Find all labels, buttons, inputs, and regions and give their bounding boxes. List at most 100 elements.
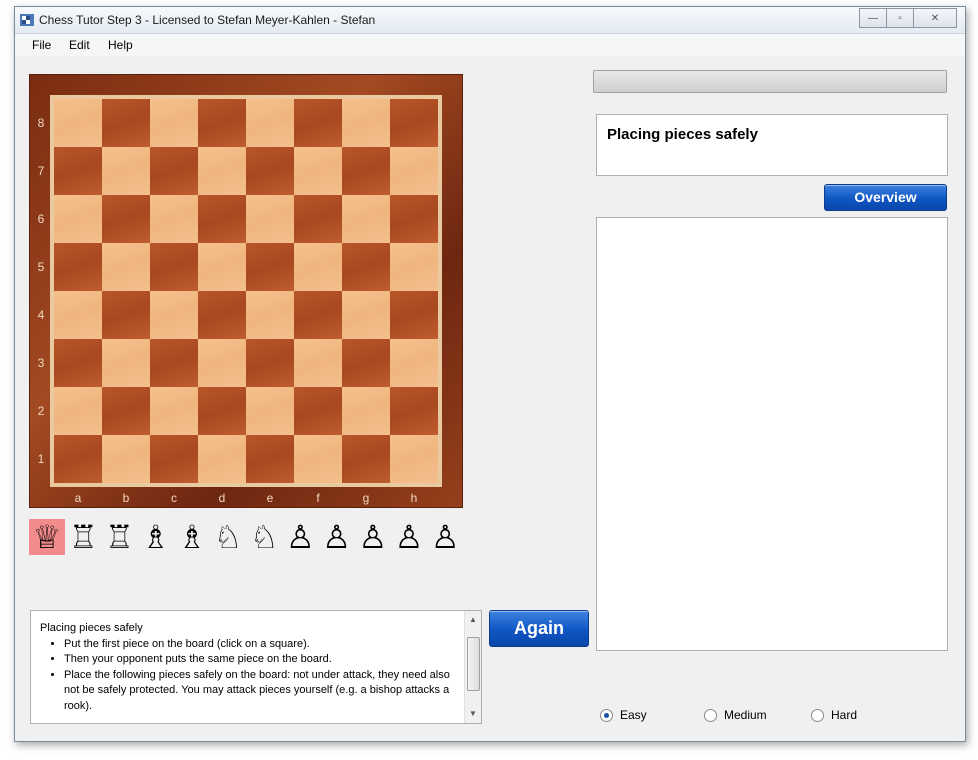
- board-square-f6[interactable]: [294, 195, 342, 243]
- board-square-d2[interactable]: [198, 387, 246, 435]
- radio-medium[interactable]: Medium: [704, 708, 767, 722]
- app-icon: [20, 14, 34, 26]
- board-square-g4[interactable]: [342, 291, 390, 339]
- board-square-h3[interactable]: [390, 339, 438, 387]
- board-square-c8[interactable]: [150, 99, 198, 147]
- board-square-b4[interactable]: [102, 291, 150, 339]
- board-square-c3[interactable]: [150, 339, 198, 387]
- board-square-c7[interactable]: [150, 147, 198, 195]
- board-square-a8[interactable]: [54, 99, 102, 147]
- lesson-list-panel: [596, 217, 948, 651]
- board-square-b5[interactable]: [102, 243, 150, 291]
- again-button[interactable]: Again: [489, 610, 589, 647]
- board-square-d8[interactable]: [198, 99, 246, 147]
- radio-easy[interactable]: Easy: [600, 708, 647, 722]
- board-square-h1[interactable]: [390, 435, 438, 483]
- close-button[interactable]: ✕: [913, 8, 957, 28]
- queen-icon[interactable]: ♕: [29, 519, 65, 555]
- scroll-thumb[interactable]: [467, 637, 480, 691]
- radio-hard-indicator[interactable]: [811, 708, 824, 722]
- board-square-e1[interactable]: [246, 435, 294, 483]
- board-square-e4[interactable]: [246, 291, 294, 339]
- menu-edit[interactable]: Edit: [69, 38, 90, 52]
- board-square-d1[interactable]: [198, 435, 246, 483]
- board-square-d3[interactable]: [198, 339, 246, 387]
- board-square-c4[interactable]: [150, 291, 198, 339]
- board-square-h8[interactable]: [390, 99, 438, 147]
- board-square-f5[interactable]: [294, 243, 342, 291]
- minimize-button[interactable]: —: [859, 8, 887, 28]
- board-square-d5[interactable]: [198, 243, 246, 291]
- board-square-a4[interactable]: [54, 291, 102, 339]
- window-title: Chess Tutor Step 3 - Licensed to Stefan …: [39, 13, 376, 27]
- board-square-g7[interactable]: [342, 147, 390, 195]
- scroll-up-icon[interactable]: ▲: [465, 613, 481, 627]
- board-square-e8[interactable]: [246, 99, 294, 147]
- board-square-g3[interactable]: [342, 339, 390, 387]
- board-square-b1[interactable]: [102, 435, 150, 483]
- board-square-a2[interactable]: [54, 387, 102, 435]
- board-square-e5[interactable]: [246, 243, 294, 291]
- rook-icon[interactable]: ♖: [65, 519, 101, 555]
- knight-icon[interactable]: ♘: [246, 519, 282, 555]
- radio-easy-indicator[interactable]: [600, 708, 613, 722]
- board-square-f2[interactable]: [294, 387, 342, 435]
- overview-button[interactable]: Overview: [824, 184, 947, 211]
- board-square-h4[interactable]: [390, 291, 438, 339]
- pawn-icon[interactable]: ♙: [391, 519, 427, 555]
- bishop-icon[interactable]: ♗: [138, 519, 174, 555]
- instructions-heading: Placing pieces safely: [40, 622, 143, 634]
- board-square-c6[interactable]: [150, 195, 198, 243]
- board-square-a6[interactable]: [54, 195, 102, 243]
- menu-help[interactable]: Help: [108, 38, 133, 52]
- menu-bar: File Edit Help: [15, 34, 965, 56]
- rook-icon[interactable]: ♖: [101, 519, 137, 555]
- board-square-g2[interactable]: [342, 387, 390, 435]
- board-square-d4[interactable]: [198, 291, 246, 339]
- board-square-e6[interactable]: [246, 195, 294, 243]
- board-square-b6[interactable]: [102, 195, 150, 243]
- board-square-c1[interactable]: [150, 435, 198, 483]
- board-square-b7[interactable]: [102, 147, 150, 195]
- board-square-g8[interactable]: [342, 99, 390, 147]
- maximize-icon: ▫: [898, 12, 902, 24]
- board-square-a3[interactable]: [54, 339, 102, 387]
- board-square-c5[interactable]: [150, 243, 198, 291]
- pawn-icon[interactable]: ♙: [319, 519, 355, 555]
- knight-icon[interactable]: ♘: [210, 519, 246, 555]
- file-label: f: [316, 491, 320, 505]
- board-square-h6[interactable]: [390, 195, 438, 243]
- board-square-e2[interactable]: [246, 387, 294, 435]
- board-square-e3[interactable]: [246, 339, 294, 387]
- board-square-f7[interactable]: [294, 147, 342, 195]
- board-square-f1[interactable]: [294, 435, 342, 483]
- pawn-icon[interactable]: ♙: [355, 519, 391, 555]
- board-square-d6[interactable]: [198, 195, 246, 243]
- board-square-c2[interactable]: [150, 387, 198, 435]
- board-square-a1[interactable]: [54, 435, 102, 483]
- board-square-f3[interactable]: [294, 339, 342, 387]
- pawn-icon[interactable]: ♙: [282, 519, 318, 555]
- bishop-icon[interactable]: ♗: [174, 519, 210, 555]
- board-square-h5[interactable]: [390, 243, 438, 291]
- board-square-b3[interactable]: [102, 339, 150, 387]
- menu-file[interactable]: File: [32, 38, 51, 52]
- instructions-scrollbar[interactable]: ▲ ▼: [464, 611, 481, 723]
- board-square-g1[interactable]: [342, 435, 390, 483]
- board-square-f8[interactable]: [294, 99, 342, 147]
- board-square-g6[interactable]: [342, 195, 390, 243]
- board-square-f4[interactable]: [294, 291, 342, 339]
- radio-hard[interactable]: Hard: [811, 708, 857, 722]
- maximize-button[interactable]: ▫: [886, 8, 914, 28]
- board-square-h7[interactable]: [390, 147, 438, 195]
- board-square-d7[interactable]: [198, 147, 246, 195]
- board-square-b2[interactable]: [102, 387, 150, 435]
- radio-medium-indicator[interactable]: [704, 708, 717, 722]
- board-square-h2[interactable]: [390, 387, 438, 435]
- board-square-a7[interactable]: [54, 147, 102, 195]
- board-square-a5[interactable]: [54, 243, 102, 291]
- board-square-e7[interactable]: [246, 147, 294, 195]
- board-square-g5[interactable]: [342, 243, 390, 291]
- board-square-b8[interactable]: [102, 99, 150, 147]
- pawn-icon[interactable]: ♙: [427, 519, 463, 555]
